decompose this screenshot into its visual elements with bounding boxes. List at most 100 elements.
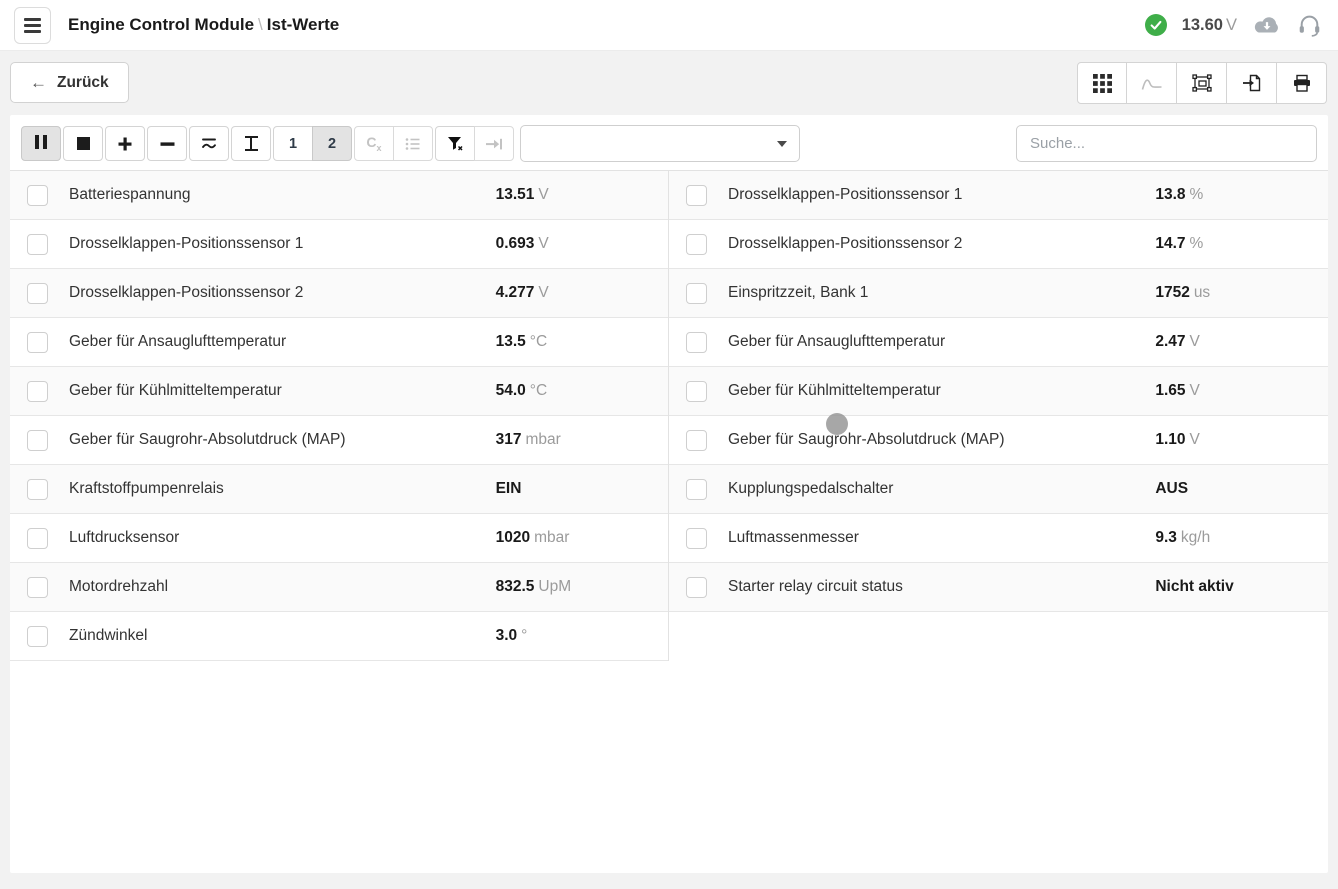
search-input[interactable] xyxy=(1016,125,1317,162)
parameter-value: 3.0° xyxy=(496,627,528,645)
menu-button[interactable] xyxy=(14,7,51,44)
table-row[interactable]: Einspritzzeit, Bank 1 1752us xyxy=(669,269,1328,318)
row-checkbox[interactable] xyxy=(686,528,707,549)
table-row[interactable]: Drosselklappen-Positionssensor 2 4.277V xyxy=(10,269,668,318)
headset-icon[interactable] xyxy=(1297,13,1322,38)
page-2-button[interactable]: 2 xyxy=(312,126,352,161)
row-checkbox[interactable] xyxy=(27,479,48,500)
parameter-label: Zündwinkel xyxy=(69,627,147,645)
table-row[interactable]: Zündwinkel 3.0° xyxy=(10,612,668,661)
table-row[interactable]: Batteriespannung 13.51V xyxy=(10,171,668,220)
parameter-value: EIN xyxy=(496,480,526,498)
parameter-value: 2.47V xyxy=(1155,333,1200,351)
export-report-icon[interactable] xyxy=(1227,62,1277,104)
table-row[interactable]: Geber für Kühlmitteltemperatur 54.0°C xyxy=(10,367,668,416)
row-checkbox[interactable] xyxy=(686,332,707,353)
parameter-value: 54.0°C xyxy=(496,382,548,400)
filter-group xyxy=(435,126,514,161)
row-checkbox[interactable] xyxy=(686,381,707,402)
text-height-icon xyxy=(245,136,258,151)
row-checkbox[interactable] xyxy=(686,430,707,451)
hamburger-icon xyxy=(24,15,41,36)
table-row[interactable]: Geber für Kühlmitteltemperatur 1.65V xyxy=(669,367,1328,416)
parameter-value: 0.693V xyxy=(496,235,549,253)
pause-icon xyxy=(33,135,49,153)
back-label: Zurück xyxy=(57,74,109,92)
parameter-label: Drosselklappen-Positionssensor 2 xyxy=(728,235,962,253)
select-frame-icon[interactable] xyxy=(1177,62,1227,104)
breadcrumb: Engine Control Module\Ist-Werte xyxy=(68,15,339,35)
row-checkbox[interactable] xyxy=(27,234,48,255)
row-checkbox[interactable] xyxy=(686,479,707,500)
table-row[interactable]: Luftmassenmesser 9.3kg/h xyxy=(669,514,1328,563)
row-checkbox[interactable] xyxy=(27,528,48,549)
parameter-value: 13.5°C xyxy=(496,333,548,351)
table-row[interactable]: Starter relay circuit status Nicht aktiv xyxy=(669,563,1328,612)
page-1-button[interactable]: 1 xyxy=(273,126,313,161)
row-checkbox[interactable] xyxy=(27,381,48,402)
page-toggle-group: 1 2 xyxy=(273,126,352,161)
stop-icon xyxy=(77,137,90,150)
parameter-value: 1020mbar xyxy=(496,529,570,547)
row-checkbox[interactable] xyxy=(686,185,707,206)
parameter-value: 1.65V xyxy=(1155,382,1200,400)
table-row[interactable]: Drosselklappen-Positionssensor 2 14.7% xyxy=(669,220,1328,269)
parameter-value: Nicht aktiv xyxy=(1155,578,1237,596)
back-button[interactable]: ← Zurück xyxy=(10,62,129,103)
top-bar: Engine Control Module\Ist-Werte 13.60V xyxy=(0,0,1338,51)
parameter-label: Einspritzzeit, Bank 1 xyxy=(728,284,868,302)
parameter-value: 1.10V xyxy=(1155,431,1200,449)
table-row[interactable]: Kraftstoffpumpenrelais EIN xyxy=(10,465,668,514)
table-row[interactable]: Geber für Saugrohr-Absolutdruck (MAP) 31… xyxy=(10,416,668,465)
parameter-label: Geber für Saugrohr-Absolutdruck (MAP) xyxy=(69,431,346,449)
print-icon[interactable] xyxy=(1277,62,1327,104)
chevron-down-icon xyxy=(777,141,787,147)
row-checkbox[interactable] xyxy=(686,234,707,255)
parameter-label: Drosselklappen-Positionssensor 2 xyxy=(69,284,303,302)
table-row[interactable]: Drosselklappen-Positionssensor 1 13.8% xyxy=(669,171,1328,220)
text-height-button[interactable] xyxy=(231,126,271,161)
parameter-label: Geber für Ansauglufttemperatur xyxy=(69,333,286,351)
table-left-column: Batteriespannung 13.51V Drosselklappen-P… xyxy=(10,171,669,661)
chart-view-icon[interactable] xyxy=(1127,62,1177,104)
plus-icon xyxy=(118,137,132,151)
row-checkbox[interactable] xyxy=(27,430,48,451)
table-row[interactable]: Kupplungspedalschalter AUS xyxy=(669,465,1328,514)
row-checkbox[interactable] xyxy=(686,577,707,598)
table-row[interactable]: Geber für Ansauglufttemperatur 2.47V xyxy=(669,318,1328,367)
table-row[interactable]: Luftdrucksensor 1020mbar xyxy=(10,514,668,563)
grid-view-icon[interactable] xyxy=(1077,62,1127,104)
clear-selection-icon: Cx xyxy=(366,134,381,153)
remove-button[interactable] xyxy=(147,126,187,161)
parameter-value: 317mbar xyxy=(496,431,561,449)
table-row[interactable]: Drosselklappen-Positionssensor 1 0.693V xyxy=(10,220,668,269)
row-checkbox[interactable] xyxy=(686,283,707,304)
pause-button[interactable] xyxy=(21,126,61,161)
view-mode-group xyxy=(1077,62,1327,104)
cloud-download-icon[interactable] xyxy=(1252,15,1282,36)
clear-selection-button[interactable]: Cx xyxy=(354,126,394,161)
sub-toolbar: ← Zurück xyxy=(0,51,1338,115)
table-right-column: Drosselklappen-Positionssensor 1 13.8% D… xyxy=(669,171,1328,612)
add-button[interactable] xyxy=(105,126,145,161)
row-checkbox[interactable] xyxy=(27,332,48,353)
breadcrumb-separator: \ xyxy=(254,15,267,34)
list-icon xyxy=(405,136,421,152)
row-checkbox[interactable] xyxy=(27,283,48,304)
table-row[interactable]: Geber für Ansauglufttemperatur 13.5°C xyxy=(10,318,668,367)
remove-filter-button[interactable] xyxy=(435,126,475,161)
row-checkbox[interactable] xyxy=(27,185,48,206)
check-circle-icon xyxy=(1145,14,1167,36)
jump-to-end-button[interactable] xyxy=(474,126,514,161)
wave-button[interactable] xyxy=(189,126,229,161)
row-checkbox[interactable] xyxy=(27,626,48,647)
table-row[interactable]: Motordrehzahl 832.5UpM xyxy=(10,563,668,612)
parameter-value: 13.51V xyxy=(496,186,549,204)
list-button[interactable] xyxy=(393,126,433,161)
stop-button[interactable] xyxy=(63,126,103,161)
parameter-value: 832.5UpM xyxy=(496,578,572,596)
group-select-dropdown[interactable] xyxy=(520,125,800,162)
parameter-label: Drosselklappen-Positionssensor 1 xyxy=(69,235,303,253)
row-checkbox[interactable] xyxy=(27,577,48,598)
table-row[interactable]: Geber für Saugrohr-Absolutdruck (MAP) 1.… xyxy=(669,416,1328,465)
